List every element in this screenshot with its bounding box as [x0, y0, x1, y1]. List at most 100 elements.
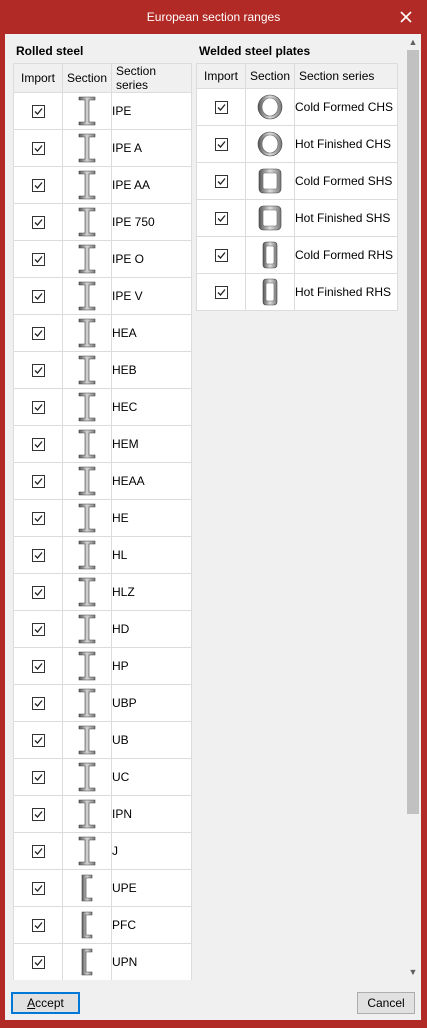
section-series-label: HL: [111, 536, 192, 574]
import-checkbox[interactable]: [31, 475, 45, 489]
table-row[interactable]: UBP: [13, 684, 192, 722]
table-row[interactable]: PFC: [13, 906, 192, 944]
square-hollow-icon: [245, 162, 295, 200]
table-row[interactable]: Hot Finished RHS: [196, 273, 398, 311]
section-series-label: IPE AA: [111, 166, 192, 204]
table-row[interactable]: HL: [13, 536, 192, 574]
close-icon[interactable]: [395, 6, 417, 28]
table-row[interactable]: J: [13, 832, 192, 870]
import-cell: [13, 536, 63, 574]
import-checkbox[interactable]: [31, 216, 45, 230]
import-checkbox[interactable]: [31, 105, 45, 119]
import-checkbox[interactable]: [214, 175, 228, 189]
import-checkbox[interactable]: [31, 697, 45, 711]
table-row[interactable]: UPN: [13, 943, 192, 980]
import-cell: [13, 943, 63, 980]
table-row[interactable]: IPE O: [13, 240, 192, 278]
col-section[interactable]: Section: [62, 63, 112, 93]
import-checkbox[interactable]: [31, 401, 45, 415]
import-checkbox[interactable]: [31, 771, 45, 785]
import-checkbox[interactable]: [214, 286, 228, 300]
col-section[interactable]: Section: [245, 63, 295, 89]
import-checkbox[interactable]: [214, 101, 228, 115]
import-checkbox[interactable]: [214, 212, 228, 226]
table-row[interactable]: HEA: [13, 314, 192, 352]
import-checkbox[interactable]: [31, 142, 45, 156]
table-row[interactable]: Hot Finished SHS: [196, 199, 398, 237]
table-row[interactable]: UB: [13, 721, 192, 759]
import-checkbox[interactable]: [31, 179, 45, 193]
table-row[interactable]: IPE AA: [13, 166, 192, 204]
i-beam-icon: [62, 462, 112, 500]
cancel-button[interactable]: Cancel: [357, 992, 415, 1014]
section-series-label: J: [111, 832, 192, 870]
section-series-label: HE: [111, 499, 192, 537]
table-row[interactable]: HEM: [13, 425, 192, 463]
import-checkbox[interactable]: [214, 249, 228, 263]
accept-button[interactable]: Accept: [11, 992, 80, 1014]
import-checkbox[interactable]: [31, 919, 45, 933]
dialog-client: Rolled steel Import Section Section seri…: [5, 34, 421, 1020]
section-series-label: HP: [111, 647, 192, 685]
vertical-scrollbar[interactable]: ▲ ▼: [405, 34, 421, 980]
table-row[interactable]: UPE: [13, 869, 192, 907]
scroll-up-icon[interactable]: ▲: [405, 34, 421, 50]
i-beam-icon: [62, 351, 112, 389]
title-bar[interactable]: European section ranges: [0, 0, 427, 34]
import-checkbox[interactable]: [31, 512, 45, 526]
scrollbar-thumb[interactable]: [407, 50, 419, 814]
import-checkbox[interactable]: [31, 808, 45, 822]
import-checkbox[interactable]: [31, 586, 45, 600]
table-row[interactable]: IPE A: [13, 129, 192, 167]
i-beam-icon: [62, 499, 112, 537]
import-checkbox[interactable]: [214, 138, 228, 152]
table-row[interactable]: HP: [13, 647, 192, 685]
table-row[interactable]: IPE 750: [13, 203, 192, 241]
import-checkbox[interactable]: [31, 327, 45, 341]
table-row[interactable]: Cold Formed RHS: [196, 236, 398, 274]
import-cell: [13, 610, 63, 648]
import-checkbox[interactable]: [31, 290, 45, 304]
import-cell: [196, 273, 246, 311]
section-series-label: Hot Finished RHS: [294, 273, 398, 311]
table-row[interactable]: Cold Formed CHS: [196, 88, 398, 126]
table-row[interactable]: HLZ: [13, 573, 192, 611]
import-checkbox[interactable]: [31, 364, 45, 378]
import-checkbox[interactable]: [31, 845, 45, 859]
table-row[interactable]: UC: [13, 758, 192, 796]
i-beam-icon: [62, 166, 112, 204]
scroll-down-icon[interactable]: ▼: [405, 964, 421, 980]
import-checkbox[interactable]: [31, 882, 45, 896]
import-checkbox[interactable]: [31, 660, 45, 674]
table-row[interactable]: HEC: [13, 388, 192, 426]
col-import[interactable]: Import: [196, 63, 246, 89]
section-series-label: HD: [111, 610, 192, 648]
i-beam-icon: [62, 573, 112, 611]
import-checkbox[interactable]: [31, 549, 45, 563]
table-row[interactable]: Hot Finished CHS: [196, 125, 398, 163]
table-row[interactable]: HE: [13, 499, 192, 537]
col-import[interactable]: Import: [13, 63, 63, 93]
import-checkbox[interactable]: [31, 734, 45, 748]
i-beam-icon: [62, 203, 112, 241]
table-row[interactable]: Cold Formed SHS: [196, 162, 398, 200]
i-beam-icon: [62, 277, 112, 315]
import-checkbox[interactable]: [31, 956, 45, 970]
dialog-footer: Accept Cancel: [5, 980, 421, 1020]
table-row[interactable]: IPN: [13, 795, 192, 833]
col-series[interactable]: Section series: [111, 63, 192, 93]
import-cell: [196, 199, 246, 237]
table-row[interactable]: HEAA: [13, 462, 192, 500]
import-cell: [13, 869, 63, 907]
col-series[interactable]: Section series: [294, 63, 398, 89]
table-row[interactable]: HEB: [13, 351, 192, 389]
table-row[interactable]: IPE V: [13, 277, 192, 315]
import-cell: [13, 388, 63, 426]
import-checkbox[interactable]: [31, 253, 45, 267]
section-series-label: IPE A: [111, 129, 192, 167]
table-row[interactable]: HD: [13, 610, 192, 648]
import-checkbox[interactable]: [31, 623, 45, 637]
table-row[interactable]: IPE: [13, 92, 192, 130]
import-checkbox[interactable]: [31, 438, 45, 452]
i-beam-icon: [62, 721, 112, 759]
